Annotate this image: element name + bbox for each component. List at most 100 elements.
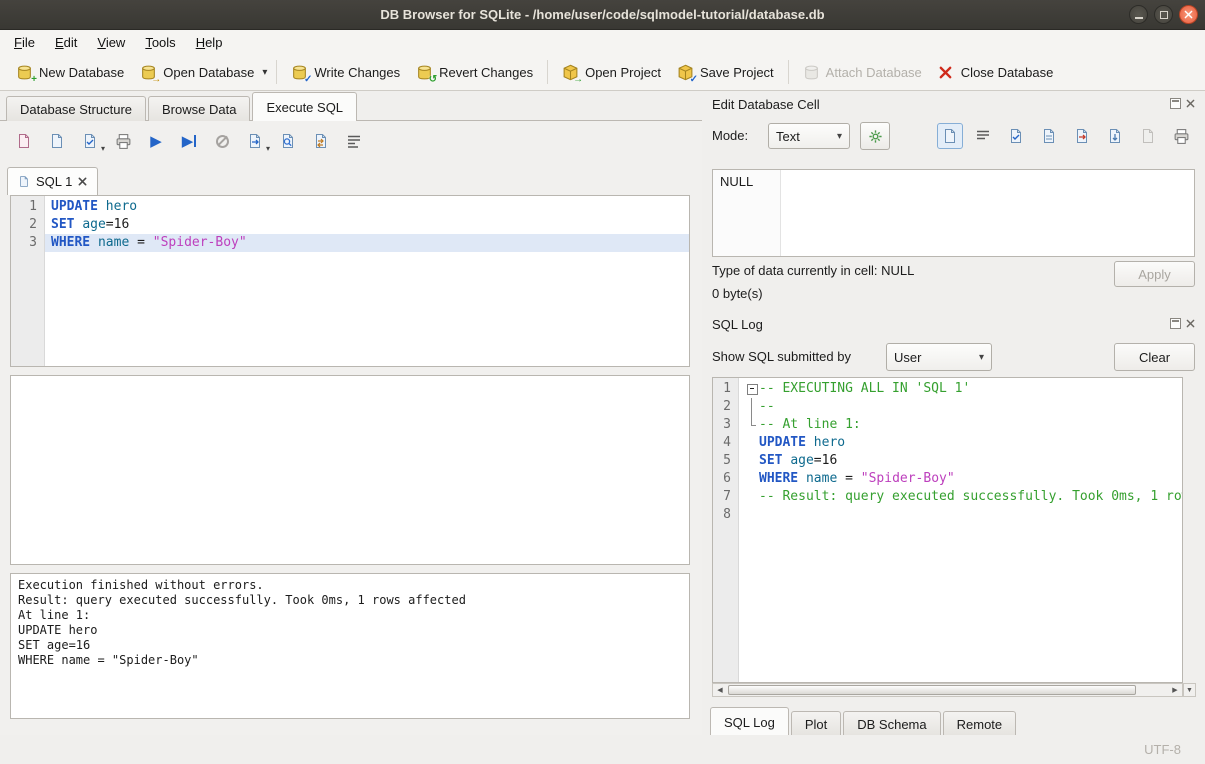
close-panel-icon[interactable] bbox=[1185, 318, 1196, 329]
save-project-button[interactable]: ✓ Save Project bbox=[669, 59, 782, 86]
export-cell-icon[interactable] bbox=[1069, 123, 1095, 149]
import-cell-icon[interactable] bbox=[1003, 123, 1029, 149]
close-database-icon bbox=[938, 64, 955, 81]
text-mode-icon[interactable] bbox=[937, 123, 963, 149]
horizontal-scrollbar[interactable]: ◀ ▶ bbox=[712, 683, 1183, 697]
cell-type-info: Type of data currently in cell: NULL bbox=[712, 263, 914, 278]
menu-edit[interactable]: Edit bbox=[45, 32, 87, 53]
sql-log-filter-label: Show SQL submitted by bbox=[712, 349, 851, 364]
sql-log-header: SQL Log bbox=[712, 317, 763, 332]
save-sql-dropdown-caret[interactable]: ▾ bbox=[101, 144, 105, 153]
clear-log-button[interactable]: Clear bbox=[1114, 343, 1195, 371]
toolbar-separator bbox=[788, 60, 789, 84]
titlebar[interactable]: DB Browser for SQLite - /home/user/code/… bbox=[0, 0, 1205, 30]
maximize-icon bbox=[1160, 11, 1168, 19]
close-button[interactable] bbox=[1179, 5, 1198, 24]
line-number-gutter: 12345678 bbox=[713, 378, 739, 682]
attach-database-button[interactable]: Attach Database bbox=[795, 59, 930, 86]
float-panel-icon[interactable] bbox=[1170, 318, 1181, 329]
open-database-button[interactable]: → Open Database bbox=[132, 59, 262, 86]
open-project-button[interactable]: → Open Project bbox=[554, 59, 669, 86]
statusbar: UTF-8 bbox=[0, 735, 1205, 764]
tab-remote[interactable]: Remote bbox=[943, 711, 1017, 735]
open-sql-file-icon[interactable] bbox=[14, 131, 34, 151]
execute-sql-pane: ▾ ▶ ▶ ▾ bbox=[0, 120, 702, 735]
close-panel-icon[interactable] bbox=[1185, 98, 1196, 109]
encoding-indicator[interactable]: UTF-8 bbox=[1144, 742, 1181, 757]
find-icon[interactable] bbox=[278, 131, 298, 151]
menubar: File Edit View Tools Help bbox=[0, 30, 1205, 54]
menu-tools[interactable]: Tools bbox=[135, 32, 185, 53]
button-label: Save Project bbox=[700, 65, 774, 80]
float-panel-icon[interactable] bbox=[1170, 98, 1181, 109]
scrollbar-thumb[interactable] bbox=[728, 685, 1136, 695]
new-database-button[interactable]: + New Database bbox=[8, 59, 132, 86]
sql-code[interactable]: UPDATE heroSET age=16WHERE name = "Spide… bbox=[45, 196, 689, 366]
open-project-icon: → bbox=[562, 64, 579, 81]
mode-label: Mode: bbox=[712, 128, 748, 143]
attach-database-icon bbox=[803, 64, 820, 81]
cell-settings-button[interactable] bbox=[860, 122, 890, 150]
sql-log-code: -- EXECUTING ALL IN 'SQL 1'---- At line … bbox=[739, 378, 1182, 682]
cell-content: NULL bbox=[713, 170, 781, 256]
cell-text-area[interactable] bbox=[781, 170, 1194, 256]
filter-value: User bbox=[894, 350, 921, 365]
menu-view[interactable]: View bbox=[87, 32, 135, 53]
word-wrap-icon[interactable] bbox=[344, 131, 364, 151]
main-area: Database Structure Browse Data Execute S… bbox=[0, 91, 702, 735]
close-tab-icon[interactable] bbox=[78, 177, 87, 186]
button-label: Write Changes bbox=[314, 65, 400, 80]
open-database-dropdown-caret[interactable]: ▾ bbox=[259, 67, 270, 78]
sql-tab-label: SQL 1 bbox=[36, 174, 72, 189]
sql-log-view[interactable]: 12345678 -- EXECUTING ALL IN 'SQL 1'----… bbox=[712, 377, 1183, 683]
minimize-button[interactable] bbox=[1129, 5, 1148, 24]
mode-select[interactable]: Text ▾ bbox=[768, 123, 850, 149]
menu-file[interactable]: File bbox=[4, 32, 45, 53]
sql-editor-toolbar: ▾ ▶ ▶ ▾ bbox=[14, 128, 364, 154]
button-label: Revert Changes bbox=[439, 65, 533, 80]
tab-db-schema[interactable]: DB Schema bbox=[843, 711, 940, 735]
new-database-icon: + bbox=[16, 64, 33, 81]
tab-plot[interactable]: Plot bbox=[791, 711, 841, 735]
close-database-button[interactable]: Close Database bbox=[930, 59, 1062, 86]
scroll-left-icon[interactable]: ◀ bbox=[713, 684, 727, 696]
copy-cell-icon[interactable] bbox=[1036, 123, 1062, 149]
tab-sql-log[interactable]: SQL Log bbox=[710, 707, 789, 735]
sql-editor[interactable]: 123 UPDATE heroSET age=16WHERE name = "S… bbox=[10, 195, 690, 367]
sql-log-filter-select[interactable]: User ▾ bbox=[886, 343, 992, 371]
word-wrap-cell-icon[interactable] bbox=[970, 123, 996, 149]
results-grid[interactable] bbox=[10, 375, 690, 565]
open-database-icon: → bbox=[140, 64, 157, 81]
stop-icon[interactable] bbox=[212, 131, 232, 151]
close-icon bbox=[1184, 10, 1193, 19]
export-dropdown-caret[interactable]: ▾ bbox=[266, 144, 270, 153]
side-panel: Edit Database Cell Mode: Text ▾ bbox=[702, 91, 1205, 735]
cell-editor-area[interactable]: NULL bbox=[712, 169, 1195, 257]
save-cell-icon[interactable] bbox=[1102, 123, 1128, 149]
scroll-down-icon[interactable]: ▼ bbox=[1183, 683, 1196, 697]
revert-changes-icon: ↺ bbox=[416, 64, 433, 81]
tab-browse-data[interactable]: Browse Data bbox=[148, 96, 250, 121]
maximize-button[interactable] bbox=[1154, 5, 1173, 24]
open-sql-icon[interactable] bbox=[47, 131, 67, 151]
save-sql-file-icon[interactable]: ▾ bbox=[80, 131, 100, 151]
execute-current-line-icon[interactable]: ▶ bbox=[179, 131, 199, 151]
set-null-icon[interactable] bbox=[1135, 123, 1161, 149]
menu-help[interactable]: Help bbox=[186, 32, 233, 53]
edit-cell-dock-buttons bbox=[1170, 98, 1196, 109]
print-icon[interactable] bbox=[113, 131, 133, 151]
execute-all-icon[interactable]: ▶ bbox=[146, 131, 166, 151]
replace-icon[interactable] bbox=[311, 131, 331, 151]
print-cell-icon[interactable] bbox=[1168, 123, 1194, 149]
tab-database-structure[interactable]: Database Structure bbox=[6, 96, 146, 121]
chevron-down-icon: ▾ bbox=[837, 131, 842, 142]
tab-execute-sql[interactable]: Execute SQL bbox=[252, 92, 357, 121]
apply-button[interactable]: Apply bbox=[1114, 261, 1195, 287]
revert-changes-button[interactable]: ↺ Revert Changes bbox=[408, 59, 541, 86]
export-results-icon[interactable]: ▾ bbox=[245, 131, 265, 151]
main-toolbar: + New Database → Open Database ▾ ✓ Write… bbox=[0, 54, 1205, 91]
gear-icon bbox=[868, 129, 883, 144]
write-changes-button[interactable]: ✓ Write Changes bbox=[283, 59, 408, 86]
sql-tab[interactable]: SQL 1 bbox=[7, 167, 98, 195]
scroll-right-icon[interactable]: ▶ bbox=[1168, 684, 1182, 696]
